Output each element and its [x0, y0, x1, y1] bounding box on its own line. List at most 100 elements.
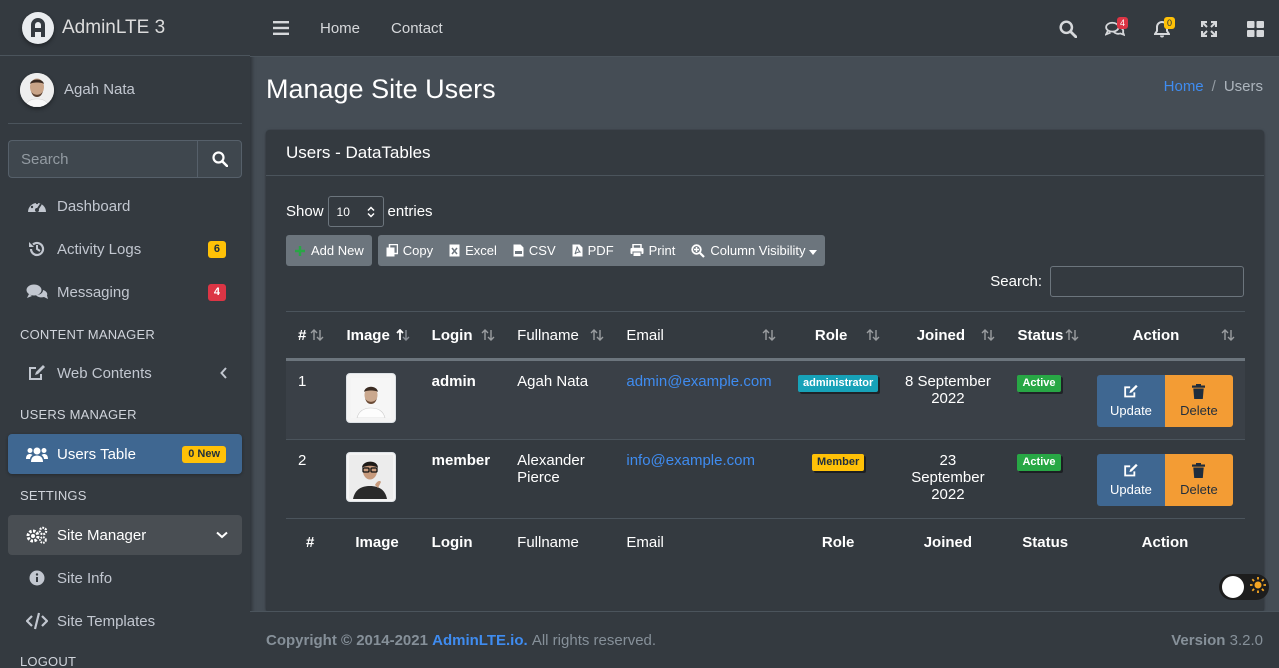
footer-link[interactable]: AdminLTE.io. — [432, 632, 528, 649]
breadcrumb-home-link[interactable]: Home — [1164, 78, 1204, 95]
tf-role: Role — [786, 518, 891, 567]
table-row: 1 admin Agah Nata admin@example.com admi… — [286, 359, 1245, 440]
pdf-icon — [572, 244, 583, 257]
user-panel[interactable]: Agah Nata — [8, 56, 242, 124]
add-new-button[interactable]: Add New — [286, 235, 372, 266]
excel-label: Excel — [465, 243, 497, 258]
th-status[interactable]: Status — [1005, 311, 1085, 361]
table-search-label: Search: — [990, 273, 1042, 290]
delete-label: Delete — [1180, 482, 1218, 497]
th-email[interactable]: Email — [614, 311, 786, 361]
th-label: # — [298, 326, 307, 344]
navbar-messages-button[interactable]: 4 — [1091, 0, 1138, 57]
plus-icon — [294, 245, 306, 257]
sidebar-item-label: Users Table — [57, 445, 136, 463]
print-button[interactable]: Print — [621, 235, 684, 266]
nav-link-home[interactable]: Home — [320, 20, 360, 37]
sort-icon — [1221, 329, 1235, 341]
th-role[interactable]: Role — [786, 311, 891, 361]
sidebar-item-site-info[interactable]: Site Info — [8, 558, 242, 598]
sort-icon — [866, 329, 880, 341]
th-num[interactable]: # — [286, 311, 335, 361]
cell-joined: 8 September 2022 — [890, 359, 1006, 440]
update-button[interactable]: Update — [1096, 375, 1165, 427]
trash-icon — [1192, 463, 1206, 478]
sidebar-item-web-contents[interactable]: Web Contents — [8, 353, 242, 393]
th-label: Fullname — [517, 326, 579, 344]
entries-select[interactable]: 10 — [327, 196, 384, 227]
sun-icon — [1250, 577, 1266, 597]
nav-header-users-manager: USERS MANAGER — [20, 407, 137, 422]
sidebar-search-input[interactable] — [8, 140, 197, 178]
chevron-down-icon — [216, 531, 228, 539]
select-arrows-icon — [367, 205, 375, 218]
sidebar-item-activity-logs[interactable]: Activity Logs 6 — [8, 229, 242, 269]
sidebar-item-users-table[interactable]: Users Table 0 New — [8, 434, 242, 474]
entries-length-control: Show 10 entries — [286, 196, 433, 227]
tf-action: Action — [1084, 518, 1245, 567]
tf-login: Login — [419, 518, 506, 567]
expand-icon — [1200, 20, 1217, 37]
top-navbar: Home Contact 4 0 — [250, 0, 1279, 57]
delete-button[interactable]: Delete — [1164, 454, 1233, 506]
nav-link-contact[interactable]: Contact — [391, 20, 443, 37]
user-thumbnail[interactable] — [346, 373, 397, 423]
comments-icon — [26, 282, 48, 302]
cell-num: 1 — [286, 359, 335, 440]
hamburger-icon[interactable] — [273, 21, 289, 35]
dark-mode-toggle[interactable] — [1219, 574, 1269, 600]
brand-text: AdminLTE 3 — [62, 16, 166, 38]
version-number: 3.2.0 — [1229, 631, 1263, 649]
sidebar-search-button[interactable] — [197, 140, 242, 178]
pdf-button[interactable]: PDF — [563, 235, 622, 266]
th-action[interactable]: Action — [1084, 311, 1245, 361]
copy-button[interactable]: Copy — [377, 235, 442, 266]
navbar-control-sidebar-button[interactable] — [1232, 0, 1279, 57]
delete-button[interactable]: Delete — [1164, 375, 1233, 427]
csv-button[interactable]: CSV — [504, 235, 564, 266]
navbar-notifications-button[interactable]: 0 — [1138, 0, 1185, 57]
cell-fullname: Alexander Pierce — [505, 439, 615, 519]
cell-email: info@example.com — [614, 439, 786, 519]
messages-count-badge: 4 — [1116, 17, 1128, 29]
email-link[interactable]: info@example.com — [626, 452, 755, 469]
user-thumbnail[interactable] — [346, 452, 397, 502]
sort-icon — [762, 329, 776, 341]
sidebar-item-label: Site Info — [57, 569, 113, 587]
sidebar-item-messaging[interactable]: Messaging 4 — [8, 272, 242, 312]
navbar-right: 4 0 — [1044, 0, 1279, 57]
th-joined[interactable]: Joined — [890, 311, 1006, 361]
datatable-buttons: Add New Copy Excel CSV PDF Print Column … — [286, 235, 825, 266]
navbar-fullscreen-button[interactable] — [1185, 0, 1232, 57]
sidebar-item-label: Activity Logs — [57, 240, 142, 258]
toggle-knob — [1222, 576, 1244, 598]
navbar-search-button[interactable] — [1044, 0, 1091, 57]
brand-logo — [22, 11, 54, 44]
users-table-badge: 0 New — [182, 445, 226, 463]
entries-select-value: 10 — [336, 204, 350, 219]
role-badge: Member — [812, 454, 865, 471]
cell-joined: 23 September 2022 — [890, 439, 1006, 519]
th-label: Action — [1132, 326, 1180, 344]
th-image[interactable]: Image — [334, 311, 420, 361]
table-search-input[interactable] — [1050, 266, 1244, 297]
th-fullname[interactable]: Fullname — [505, 311, 615, 361]
excel-button[interactable]: Excel — [441, 235, 505, 266]
sidebar-item-dashboard[interactable]: Dashboard — [8, 186, 242, 226]
update-button[interactable]: Update — [1096, 454, 1165, 506]
sort-icon — [481, 329, 495, 341]
email-link[interactable]: admin@example.com — [626, 373, 771, 390]
search-icon — [1058, 19, 1077, 38]
th-login[interactable]: Login — [419, 311, 506, 361]
brand-link[interactable]: AdminLTE 3 — [0, 0, 250, 56]
entries-label: entries — [387, 203, 433, 220]
sidebar-item-site-templates[interactable]: Site Templates — [8, 601, 242, 641]
cell-image — [334, 439, 420, 519]
footer-copyright: Copyright © 2014-2021 — [266, 631, 428, 649]
activity-logs-badge: 6 — [207, 240, 226, 258]
sidebar-item-site-manager[interactable]: Site Manager — [8, 515, 242, 555]
card-header: Users - DataTables — [266, 130, 1264, 176]
trash-icon — [1192, 384, 1206, 399]
column-visibility-button[interactable]: Column Visibility — [683, 235, 825, 266]
notifications-count-badge: 0 — [1163, 17, 1175, 29]
